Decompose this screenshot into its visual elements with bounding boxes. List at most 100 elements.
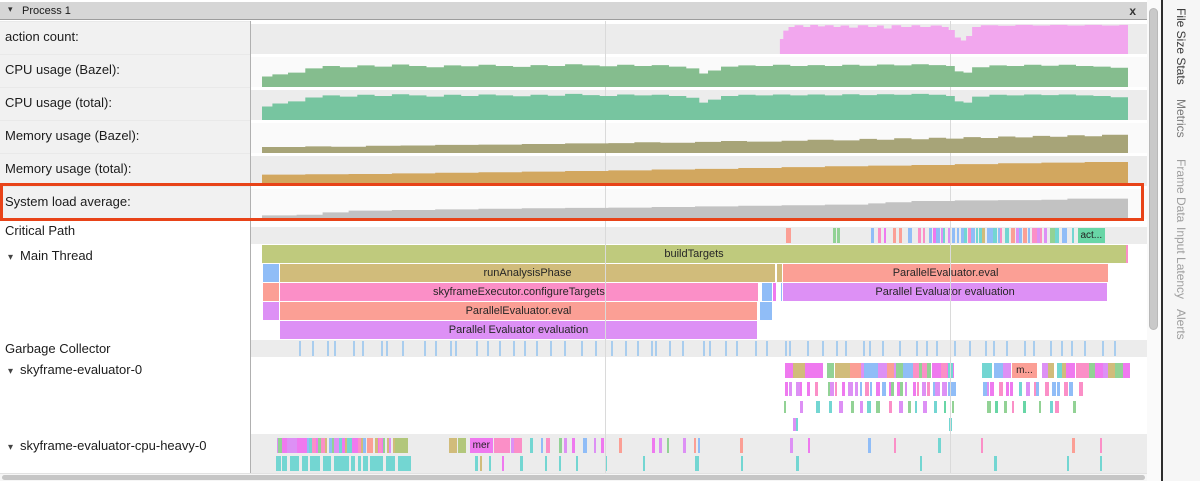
trace-event-bar[interactable] (985, 363, 991, 378)
span-parallel-evaluator-evaluation[interactable]: Parallel Evaluator evaluation (280, 321, 757, 339)
trace-event-bar[interactable] (869, 341, 871, 356)
trace-event-bar[interactable] (682, 341, 684, 356)
trace-event-bar[interactable] (655, 341, 657, 356)
span-fragment[interactable] (1126, 245, 1128, 263)
thread-main[interactable]: ▾Main Thread (8, 248, 93, 263)
trace-event-bar[interactable] (304, 438, 307, 453)
trace-event-block[interactable] (395, 438, 408, 453)
trace-event-bar[interactable] (363, 438, 366, 453)
collapse-main-thread-icon[interactable]: ▾ (8, 252, 13, 263)
trace-event-bar[interactable] (520, 456, 523, 471)
trace-event-bar[interactable] (625, 341, 627, 356)
trace-event-bar[interactable] (296, 456, 299, 471)
trace-event-bar[interactable] (822, 341, 824, 356)
trace-event-bar[interactable] (976, 228, 978, 243)
trace-event-bar[interactable] (594, 438, 596, 453)
trace-event-bar[interactable] (637, 341, 639, 356)
cpu-heavy-track-row2[interactable] (251, 455, 1147, 472)
trace-event-bar[interactable] (941, 363, 947, 378)
trace-event-bar[interactable] (435, 341, 437, 356)
trace-event-bar[interactable] (785, 341, 787, 356)
trace-event-bar[interactable] (870, 382, 872, 396)
trace-event-bar[interactable] (283, 456, 287, 471)
trace-event-block[interactable] (494, 438, 510, 453)
trace-event-bar[interactable] (790, 438, 793, 453)
trace-event-bar[interactable] (669, 341, 671, 356)
trace-event-bar[interactable] (345, 456, 349, 471)
span-skyframeexecutor-configuretargets[interactable]: skyframeExecutor.configureTargets (280, 283, 758, 301)
garbage-collector-track[interactable] (251, 340, 1147, 357)
trace-event-bar[interactable] (643, 456, 645, 471)
trace-event-bar[interactable] (1048, 363, 1054, 378)
trace-event-bar[interactable] (878, 228, 881, 243)
trace-event-bar[interactable] (1045, 382, 1049, 396)
trace-event-bar[interactable] (1055, 228, 1059, 243)
trace-event-bar[interactable] (786, 228, 791, 243)
trace-event-bar[interactable] (353, 341, 355, 356)
evaluator0-track-row4[interactable] (251, 417, 1147, 432)
trace-event-bar[interactable] (1006, 341, 1008, 356)
trace-event-bar[interactable] (546, 438, 550, 453)
trace-event-bar[interactable] (450, 341, 452, 356)
trace-event-bar[interactable] (954, 341, 956, 356)
trace-event-bar[interactable] (652, 438, 655, 453)
trace-event-bar[interactable] (1026, 382, 1030, 396)
thread-skyframe-evaluator-0[interactable]: ▾skyframe-evaluator-0 (8, 362, 142, 377)
trace-event-bar[interactable] (1102, 341, 1104, 356)
trace-event-bar[interactable] (327, 341, 329, 356)
trace-event-bar[interactable] (741, 456, 743, 471)
trace-event-bar[interactable] (816, 401, 820, 413)
trace-event-bar[interactable] (987, 382, 989, 396)
trace-event-bar[interactable] (865, 382, 869, 396)
trace-event-bar[interactable] (789, 382, 792, 396)
trace-event-bar[interactable] (1114, 341, 1116, 356)
trace-event-bar[interactable] (908, 401, 911, 413)
trace-event-bar[interactable] (994, 456, 997, 471)
action-count-chart[interactable] (251, 24, 1147, 54)
trace-event-bar[interactable] (845, 341, 847, 356)
trace-event-bar[interactable] (884, 228, 886, 243)
trace-event-bar[interactable] (855, 382, 858, 396)
trace-event-bar[interactable] (893, 228, 896, 243)
trace-event-bar[interactable] (1067, 456, 1069, 471)
trace-event-bar[interactable] (1019, 382, 1022, 396)
trace-event-bar[interactable] (1052, 382, 1056, 396)
trace-event-bar[interactable] (393, 456, 395, 471)
trace-event-bar[interactable] (807, 382, 810, 396)
trace-event-bar[interactable] (1057, 382, 1060, 396)
trace-event-bar[interactable] (564, 341, 566, 356)
trace-event-bar[interactable] (1079, 382, 1083, 396)
trace-event-block-act[interactable]: act... (1078, 228, 1105, 243)
trace-event-bar[interactable] (1100, 456, 1102, 471)
trace-event-bar[interactable] (1028, 228, 1030, 243)
trace-event-bar[interactable] (513, 341, 515, 356)
span-fragment[interactable] (263, 283, 279, 301)
trace-event-bar[interactable] (800, 401, 803, 413)
trace-event-bar[interactable] (1064, 382, 1068, 396)
trace-event-bar[interactable] (651, 341, 653, 356)
trace-event-bar[interactable] (455, 341, 457, 356)
trace-event-bar[interactable] (1023, 401, 1026, 413)
trace-event-bar[interactable] (611, 341, 613, 356)
trace-event-bar[interactable] (476, 341, 478, 356)
trace-event-bar[interactable] (889, 401, 892, 413)
critical-path-track[interactable]: act... (251, 227, 1147, 244)
trace-event-bar[interactable] (499, 341, 501, 356)
horizontal-scrollbar[interactable] (0, 473, 1147, 481)
trace-event-bar[interactable] (1044, 228, 1047, 243)
tab-metrics[interactable]: Metrics (1174, 99, 1188, 138)
trace-event-bar[interactable] (915, 401, 917, 413)
trace-event-bar[interactable] (982, 228, 985, 243)
tab-file-size-stats[interactable]: File Size Stats (1174, 8, 1188, 85)
trace-event-bar[interactable] (755, 341, 757, 356)
trace-event-bar[interactable] (541, 438, 543, 453)
span-parallelevaluator-eval[interactable]: ParallelEvaluator.eval (280, 302, 757, 320)
trace-event-bar[interactable] (851, 401, 854, 413)
trace-event-bar[interactable] (1004, 401, 1007, 413)
trace-event-bar[interactable] (860, 382, 862, 396)
trace-event-bar[interactable] (796, 418, 798, 431)
trace-event-bar[interactable] (583, 438, 587, 453)
trace-event-bar[interactable] (1011, 228, 1015, 243)
trace-event-bar[interactable] (1012, 401, 1014, 413)
trace-event-bar[interactable] (601, 438, 604, 453)
